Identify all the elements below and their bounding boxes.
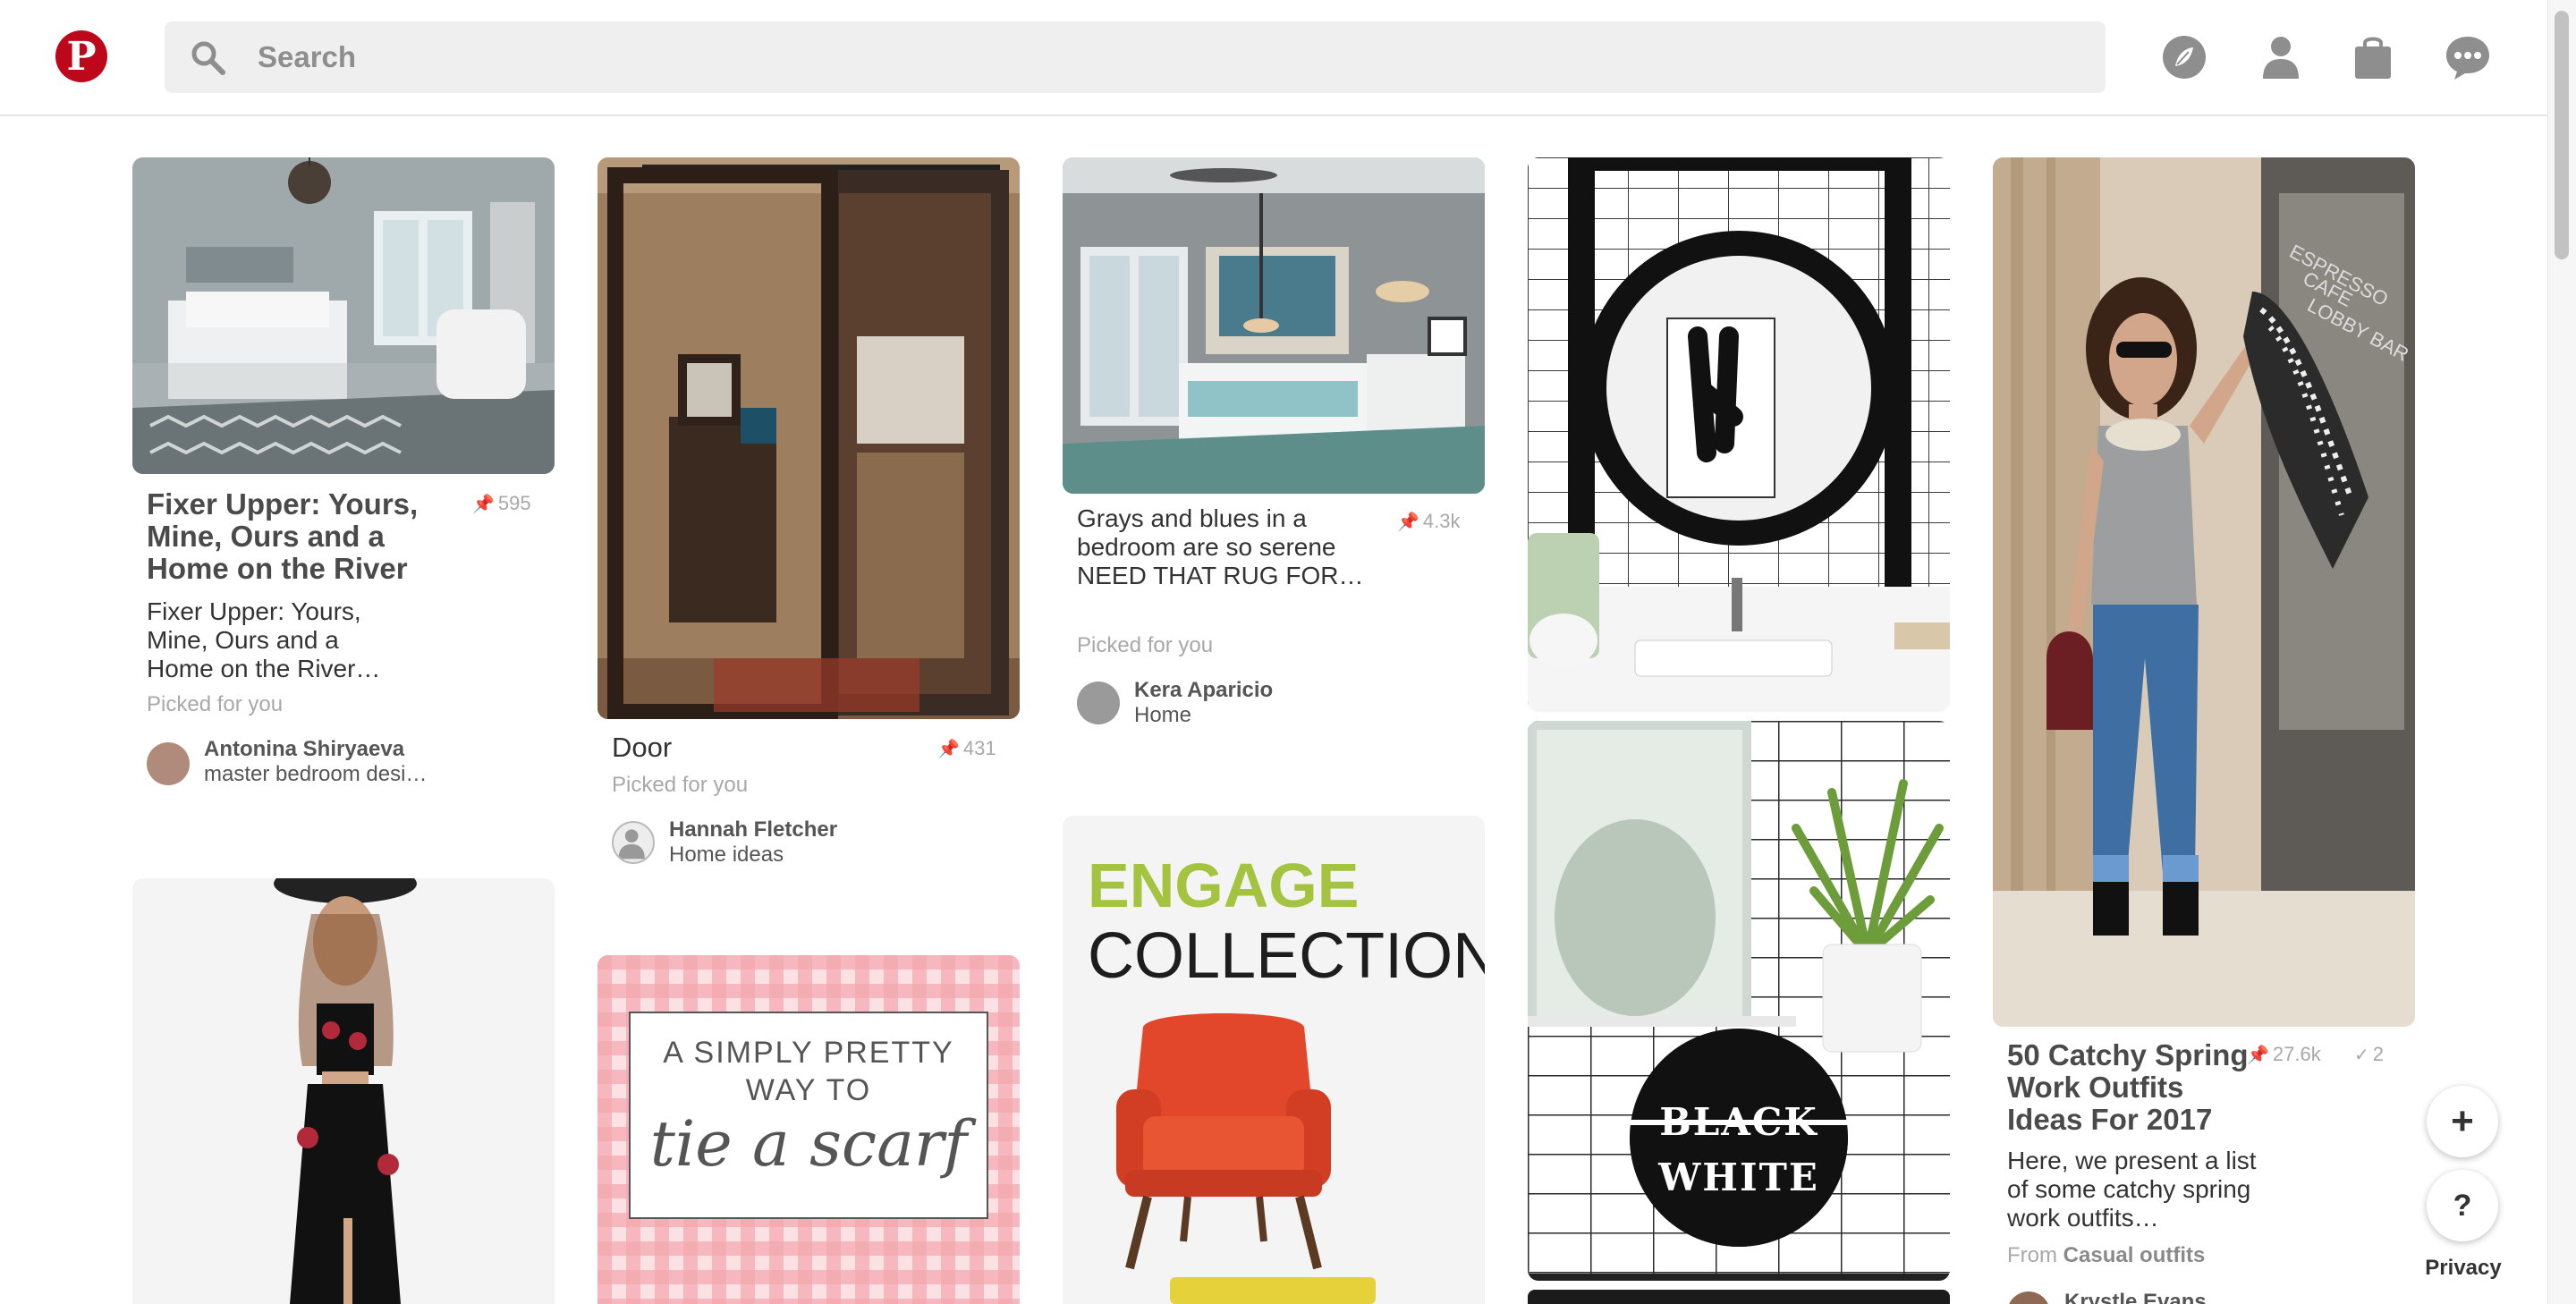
help-button[interactable]: ? [2427,1170,2498,1241]
explore-icon[interactable] [2159,32,2209,82]
pin-title[interactable]: Door [612,732,880,764]
pin-image[interactable]: ESPRESSO CAFE LOBBY BAR [1993,157,2415,1027]
pin-card[interactable] [1528,157,1950,712]
pinner-name[interactable]: Krystle Evans [2064,1290,2207,1304]
pin-description: Here, we present a list of some catchy s… [2007,1147,2257,1232]
search-input[interactable] [258,21,2082,93]
board-name[interactable]: Home [1134,703,1191,728]
pin-card[interactable]: A SIMPLY PRETTY WAY TO tie a scarf [597,955,1020,1304]
search-bar[interactable] [165,21,2106,93]
shop-bag-icon[interactable] [2348,32,2398,82]
pin-image[interactable] [132,157,555,474]
graphic-subline: WHITE [1658,1156,1819,1199]
pin-image[interactable] [1063,157,1485,494]
pin-card[interactable]: ESPRESSO CAFE LOBBY BAR 50 Catchy Spring… [1993,157,2415,1304]
scrollbar-thumb[interactable] [2555,11,2569,259]
profile-icon[interactable] [2256,32,2306,82]
pin-attribution: Picked for you [612,773,749,797]
pin-image[interactable] [132,878,555,1304]
graphic-subline: WAY TO [745,1073,872,1107]
add-pin-button[interactable]: + [2427,1086,2498,1157]
graphic-headline: BLACK [1659,1100,1818,1144]
avatar[interactable] [2007,1291,2050,1304]
pin-card[interactable]: Fixer Upper: Yours, Mine, Ours and a Hom… [132,157,555,801]
pin-card[interactable]: Grays and blues in a bedroom are so sere… [1063,157,1485,748]
pin-title[interactable]: Fixer Upper: Yours, Mine, Ours and a Hom… [147,488,469,585]
pinterest-logo[interactable]: P [55,30,107,82]
avatar[interactable] [612,821,655,864]
top-header: P [0,0,2547,116]
pin-image[interactable] [597,157,1020,719]
armchair-graphic [1116,1013,1376,1304]
pin-card[interactable]: ENGAGE COLLECTION [1063,816,1485,1304]
pin-icon: 📌 [472,495,495,514]
graphic-subline: COLLECTION [1088,920,1485,992]
graphic-headline: A SIMPLY PRETTY [663,1036,954,1070]
pinner-name[interactable]: Hannah Fletcher [669,817,837,843]
save-count: 📌 431 [937,737,996,759]
check-icon: ✓ [2354,1046,2369,1065]
pin-icon: 📌 [937,740,960,759]
pin-icon: 📌 [2247,1046,2269,1065]
pin-card[interactable] [132,878,555,1304]
pin-attribution: From Casual outfits [2007,1243,2206,1267]
pin-icon: 📌 [1397,512,1419,532]
save-count: 📌 27.6k [2247,1043,2321,1065]
pinner-name[interactable]: Kera Aparicio [1134,678,1273,703]
pin-attribution: Picked for you [147,692,284,716]
tried-count: ✓ 2 [2354,1043,2385,1065]
pin-image-next[interactable] [1528,1290,1950,1304]
pin-title[interactable]: 50 Catchy Spring Work Outfits Ideas For … [2007,1039,2267,1136]
page-scrollbar[interactable] [2547,0,2576,1304]
board-name[interactable]: Home ideas [669,843,784,868]
graphic-headline: ENGAGE [1088,851,1360,920]
graphic-script: tie a scarf [649,1107,968,1181]
pin-image[interactable]: BLACK WHITE [1528,721,1950,1281]
avatar[interactable] [147,742,190,785]
save-count: 📌 4.3k [1397,510,1461,532]
board-name[interactable]: master bedroom desi… [204,762,427,787]
privacy-link[interactable]: Privacy [2422,1256,2504,1281]
search-icon [191,41,225,75]
pin-image[interactable]: ENGAGE COLLECTION [1063,816,1485,1304]
save-count: 📌 595 [472,492,531,514]
pin-description: Fixer Upper: Yours, Mine, Ours and a Hom… [147,597,381,682]
avatar[interactable] [1077,682,1120,724]
messages-icon[interactable] [2443,32,2493,82]
source-board[interactable]: Casual outfits [2063,1243,2206,1267]
pinner-name[interactable]: Antonina Shiryaeva [204,737,404,762]
pin-image[interactable]: A SIMPLY PRETTY WAY TO tie a scarf [597,955,1020,1304]
pin-attribution: Picked for you [1077,633,1214,657]
pin-image[interactable] [1528,157,1950,712]
pin-card[interactable]: BLACK WHITE [1528,721,1950,1304]
pin-title[interactable]: Grays and blues in a bedroom are so sere… [1077,504,1372,590]
pin-card[interactable]: Door 📌 431 Picked for you Hannah Fletcher… [597,157,1020,873]
